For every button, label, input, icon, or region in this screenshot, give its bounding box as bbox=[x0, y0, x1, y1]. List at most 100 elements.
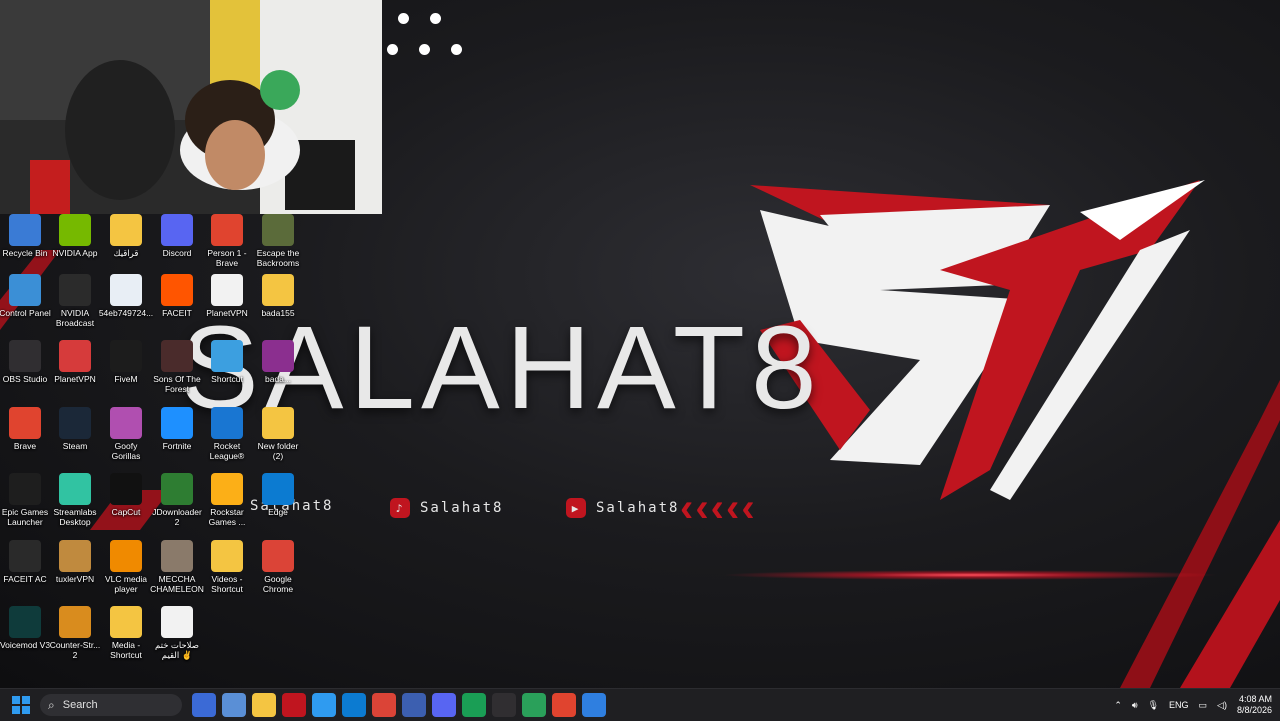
desktop-icon[interactable]: Voicemod V3 bbox=[0, 606, 50, 650]
desktop-icon[interactable]: Counter-Str... 2 bbox=[50, 606, 100, 660]
volume-icon[interactable]: 🔊︎ bbox=[1132, 700, 1138, 711]
desktop-icon[interactable]: Edge bbox=[253, 473, 303, 517]
desktop-icon[interactable]: Shortcut bbox=[202, 340, 252, 384]
desktop-icon[interactable]: bada155 bbox=[253, 274, 303, 318]
desktop-icon[interactable]: bada... bbox=[253, 340, 303, 384]
taskview-icon[interactable] bbox=[192, 693, 216, 717]
desktop-icon[interactable]: Media - Shortcut bbox=[101, 606, 151, 660]
desktop-icon-label: bada155 bbox=[261, 308, 295, 318]
chrome-icon[interactable] bbox=[462, 693, 486, 717]
network-icon[interactable]: ▭ bbox=[1199, 700, 1208, 711]
microphone-icon[interactable]: 🎙︎ bbox=[1148, 700, 1159, 711]
desktop-icon-label: Counter-Str... 2 bbox=[49, 640, 101, 660]
desktop-icon[interactable]: 54eb749724... bbox=[99, 274, 153, 318]
desktop-icon-label: OBS Studio bbox=[2, 374, 48, 384]
chrome-icon bbox=[262, 540, 294, 572]
recorder-icon[interactable] bbox=[282, 693, 306, 717]
desktop-icon[interactable]: Rocket League® bbox=[202, 407, 252, 461]
desktop-icon[interactable]: Control Panel bbox=[0, 274, 51, 318]
desktop-icon[interactable]: FACEIT bbox=[152, 274, 202, 318]
social-youtube: ▶ Salahat8 bbox=[566, 498, 679, 518]
desktop-icon-label: Sons Of The Forest bbox=[153, 374, 201, 394]
brave-icon bbox=[9, 407, 41, 439]
desktop-icon[interactable]: Epic Games Launcher bbox=[0, 473, 50, 527]
edge-icon bbox=[262, 473, 294, 505]
desktop-icon[interactable]: Steam bbox=[50, 407, 100, 451]
desktop-icon[interactable]: Discord bbox=[152, 214, 202, 258]
desktop-icon[interactable]: Videos - Shortcut bbox=[202, 540, 252, 594]
xbox-icon[interactable] bbox=[522, 693, 546, 717]
desktop-icon[interactable]: NVIDIA App bbox=[50, 214, 100, 258]
desktop-icon[interactable]: VLC media player bbox=[101, 540, 151, 594]
desktop-icon[interactable]: PlanetVPN bbox=[50, 340, 100, 384]
desktop-icon[interactable]: Person 1 - Brave bbox=[202, 214, 252, 268]
obs-icon[interactable] bbox=[492, 693, 516, 717]
social-tiktok: ♪ Salahat8 bbox=[390, 498, 503, 518]
start-button[interactable] bbox=[12, 696, 30, 714]
store-icon[interactable] bbox=[312, 693, 336, 717]
speaker-icon[interactable]: ◁) bbox=[1217, 700, 1227, 711]
desktop-icon[interactable]: CapCut bbox=[101, 473, 151, 517]
fortnite-icon bbox=[161, 407, 193, 439]
desktop-icon-label: PlanetVPN bbox=[206, 308, 248, 318]
desktop-icon[interactable]: Sons Of The Forest bbox=[152, 340, 202, 394]
brave-icon bbox=[211, 214, 243, 246]
defender-icon[interactable] bbox=[582, 693, 606, 717]
folder-icon bbox=[262, 274, 294, 306]
desktop-icon[interactable]: Google Chrome bbox=[253, 540, 303, 594]
taskbar-search[interactable]: ⌕ Search bbox=[40, 694, 182, 716]
webcam-overlay bbox=[0, 0, 382, 214]
desktop-icon[interactable]: صلاحات ختم القيم ✌ bbox=[152, 606, 202, 660]
desktop-icon-label: CapCut bbox=[111, 507, 141, 517]
desktop-icon-label: Rocket League® bbox=[209, 441, 245, 461]
edge-icon[interactable] bbox=[342, 693, 366, 717]
widgets-icon[interactable] bbox=[222, 693, 246, 717]
tiktok-icon: ♪ bbox=[390, 498, 410, 518]
file-explorer-icon[interactable] bbox=[252, 693, 276, 717]
desktop-icon[interactable]: JDownloader 2 bbox=[152, 473, 202, 527]
brave-icon[interactable] bbox=[552, 693, 576, 717]
nvidia-icon bbox=[59, 214, 91, 246]
social-youtube-label: Salahat8 bbox=[596, 500, 680, 516]
desktop-icon[interactable]: FiveM bbox=[101, 340, 151, 384]
chevron-decor: ‹ ‹ ‹ ‹ ‹ bbox=[680, 486, 755, 530]
desktop-icon[interactable]: Goofy Gorillas bbox=[101, 407, 151, 461]
file-icon bbox=[110, 274, 142, 306]
rockstar-icon bbox=[211, 473, 243, 505]
desktop-icon[interactable]: OBS Studio bbox=[0, 340, 50, 384]
desktop-icon-label: صلاحات ختم القيم ✌ bbox=[155, 640, 199, 660]
desktop-icon-label: tuxlerVPN bbox=[55, 574, 95, 584]
system-tray: ⌃ 🔊︎ 🎙︎ ENG ▭ ◁) 4:08 AM 8/8/2026 bbox=[1114, 689, 1272, 721]
desktop-icon[interactable]: MECCHA CHAMELEON bbox=[150, 540, 204, 594]
desktop-icon-label: Rockstar Games ... bbox=[208, 507, 246, 527]
game-icon bbox=[161, 340, 193, 372]
desktop-icon[interactable]: FACEIT AC bbox=[0, 540, 50, 584]
language-indicator[interactable]: ENG bbox=[1169, 700, 1189, 710]
social-tiktok-label: Salahat8 bbox=[420, 500, 504, 516]
faceit-icon bbox=[161, 274, 193, 306]
desktop-icon[interactable]: Rockstar Games ... bbox=[202, 473, 252, 527]
desktop-icon[interactable]: PlanetVPN bbox=[202, 274, 252, 318]
desktop-icon[interactable]: NVIDIA Broadcast bbox=[50, 274, 100, 328]
desktop-icon[interactable]: Streamlabs Desktop bbox=[50, 473, 100, 527]
app-icon[interactable] bbox=[402, 693, 426, 717]
game-icon bbox=[161, 540, 193, 572]
game-icon bbox=[262, 214, 294, 246]
desktop-icon[interactable]: Fortnite bbox=[152, 407, 202, 451]
winrar-icon bbox=[262, 340, 294, 372]
desktop-icon-label: NVIDIA Broadcast bbox=[55, 308, 95, 328]
desktop-icon[interactable]: tuxlerVPN bbox=[50, 540, 100, 584]
desktop-icon[interactable]: قراقيك bbox=[101, 214, 151, 258]
desktop-icon-label: VLC media player bbox=[104, 574, 148, 594]
chrome-icon[interactable] bbox=[372, 693, 396, 717]
desktop-icon[interactable]: Recycle Bin bbox=[0, 214, 50, 258]
discord-icon[interactable] bbox=[432, 693, 456, 717]
desktop-icon-label: Epic Games Launcher bbox=[1, 507, 49, 527]
desktop-icon[interactable]: Escape the Backrooms bbox=[253, 214, 303, 268]
clock[interactable]: 4:08 AM 8/8/2026 bbox=[1237, 694, 1272, 716]
document-icon bbox=[211, 274, 243, 306]
planetvpn-icon bbox=[59, 340, 91, 372]
chevron-up-icon[interactable]: ⌃ bbox=[1114, 700, 1122, 711]
desktop-icon[interactable]: New folder (2) bbox=[253, 407, 303, 461]
desktop-icon[interactable]: Brave bbox=[0, 407, 50, 451]
